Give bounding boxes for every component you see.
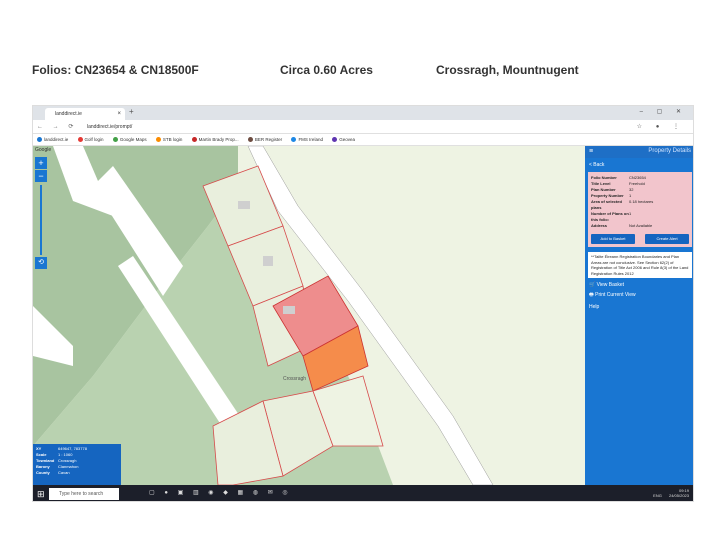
zoom-control: + − ⟲ [35, 157, 47, 269]
map-info-box: XY 649647, 783778 Scale 1 : 1060 Townland C… [33, 444, 121, 485]
building [238, 201, 250, 209]
clock[interactable]: 09:19 24/05/2023 [669, 488, 689, 498]
new-tab-icon[interactable]: + [129, 107, 134, 116]
zoom-out-button[interactable]: − [35, 170, 47, 182]
hamburger-menu-icon[interactable]: ≡ [589, 148, 593, 155]
browser-menu-icon[interactable]: ☆ ● ⋮ [637, 123, 685, 130]
map-canvas[interactable] [33, 146, 585, 485]
property-details-panel: ≡ Property Details < Back Folio Number CN… [585, 146, 693, 485]
bookmark-item[interactable]: Golf login [77, 137, 104, 143]
map-view[interactable]: Google Crossragh + − ⟲ XY 649647, 783778 … [33, 146, 585, 485]
detail-key: Area of selected plans [591, 199, 622, 210]
system-tray: ENG 09:19 24/05/2023 [647, 488, 689, 498]
url-field[interactable]: landdirect.ie/prompt/ [77, 122, 637, 132]
area-heading: Circa 0.60 Acres [280, 63, 373, 77]
bookmarks-bar: landdirect.ie Golf login Google Maps STB… [33, 134, 693, 146]
close-tab-icon[interactable]: × [117, 108, 121, 120]
detail-value: 1 [629, 211, 632, 216]
help-link[interactable]: Help [585, 300, 693, 310]
bookmark-item[interactable]: BER Register [247, 137, 282, 143]
panel-title: Property Details [648, 148, 691, 154]
road-label: Crossragh [283, 376, 307, 382]
screenshot: landdirect.ie × + – ▢ ✕ ← → ⟳ landdirect… [32, 105, 694, 502]
bookmark-item[interactable]: landdirect.ie [37, 137, 68, 143]
back-link[interactable]: < Back [585, 158, 693, 172]
rotate-icon[interactable]: ⟲ [35, 257, 47, 269]
info-key: County [36, 470, 50, 475]
tab-title: landdirect.ie [55, 111, 82, 117]
detail-value: Not Available [629, 223, 653, 228]
property-details-box: Folio Number CN23654 Title Level Freehold … [588, 172, 692, 247]
taskbar-search-input[interactable]: Type here to search [49, 488, 119, 500]
create-alert-button[interactable]: Create Alert [645, 234, 689, 244]
view-basket-link[interactable]: 🛒 View Basket [585, 278, 693, 288]
building [283, 306, 295, 314]
info-value: Cavan [58, 470, 70, 475]
panel-header: ≡ Property Details [585, 146, 693, 158]
bookmark-item[interactable]: Google Maps [112, 137, 147, 143]
taskbar-apps[interactable]: ▢ ● ▣ ▥ ◉ ◆ ▦ ◍ ✉ ◎ [149, 489, 292, 496]
detail-value: 0.18 hectares [629, 199, 654, 204]
address-bar: ← → ⟳ landdirect.ie/prompt/ ☆ ● ⋮ [33, 120, 693, 134]
windows-start-icon[interactable]: ⊞ [37, 489, 45, 499]
clock-date: 24/05/2023 [668, 493, 689, 498]
folios-heading: Folios: CN23654 & CN18500F [32, 63, 199, 77]
building [263, 256, 273, 266]
zoom-in-button[interactable]: + [35, 157, 47, 169]
location-heading: Crossragh, Mountnugent [436, 63, 579, 77]
bookmark-item[interactable]: Geovea [332, 137, 355, 143]
language-indicator[interactable]: ENG [653, 493, 662, 498]
map-provider-label: Google [35, 147, 52, 153]
add-to-basket-button[interactable]: Add to Basket [591, 234, 635, 244]
zoom-slider[interactable] [40, 185, 42, 255]
browser-tab[interactable]: landdirect.ie × [45, 108, 125, 120]
bookmark-item[interactable]: FMS Ireland [291, 137, 323, 143]
registration-note: **Tailte Éireann Registration Boundaries… [588, 252, 692, 278]
detail-key: Number of Plans on this folio: [591, 211, 629, 222]
detail-key: Address [591, 223, 608, 228]
print-view-label: Print Current View [595, 292, 636, 298]
bookmark-item[interactable]: STB login [155, 137, 182, 143]
bookmark-item[interactable]: Martin Brady Prop... [191, 137, 239, 143]
print-view-link[interactable]: 🖶 Print Current View [585, 288, 693, 300]
window-controls[interactable]: – ▢ ✕ [640, 108, 687, 115]
view-basket-label: View Basket [596, 282, 625, 288]
windows-taskbar: ⊞ Type here to search ▢ ● ▣ ▥ ◉ ◆ ▦ ◍ ✉ … [33, 485, 693, 501]
browser-tabbar: landdirect.ie × + – ▢ ✕ [33, 106, 693, 120]
nav-buttons[interactable]: ← → ⟳ [37, 123, 77, 130]
